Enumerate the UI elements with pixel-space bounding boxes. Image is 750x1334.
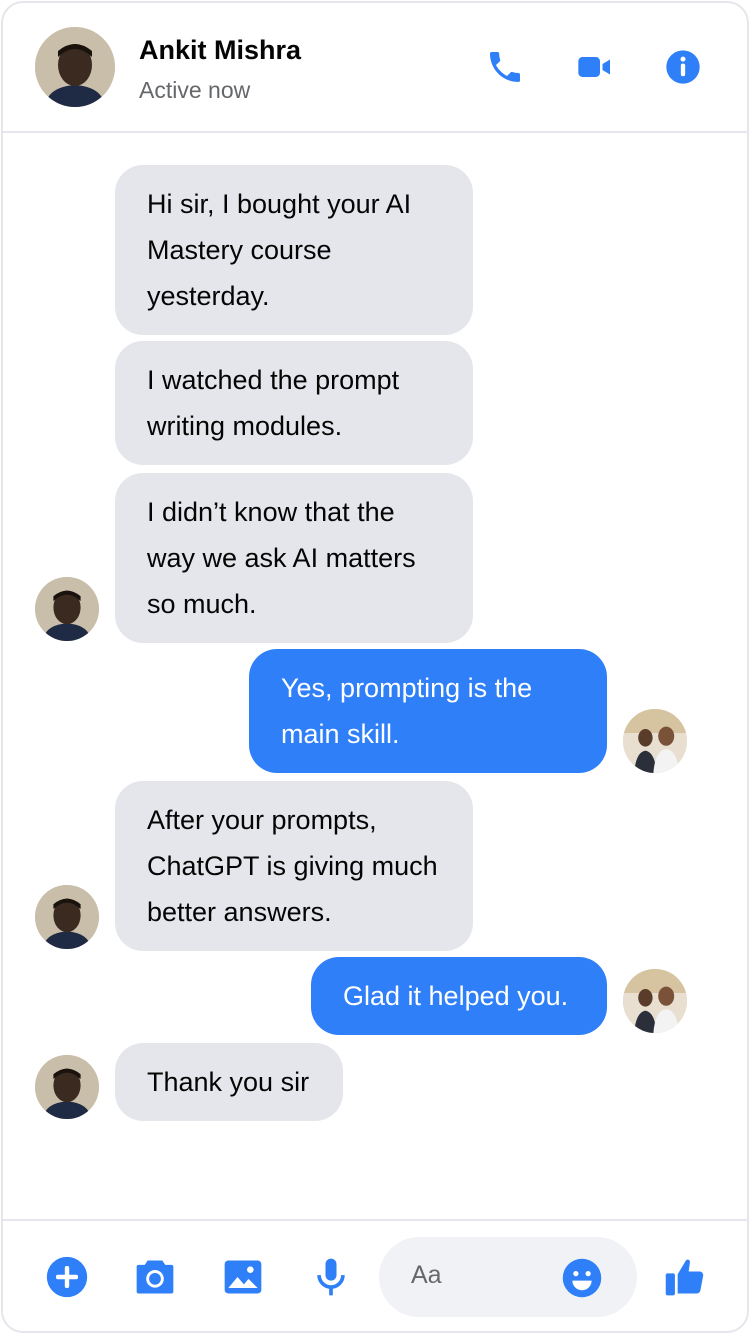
message-input[interactable]: Aa: [379, 1237, 637, 1317]
chat-header: Ankit Mishra Active now: [3, 3, 747, 133]
video-camera-icon[interactable]: [575, 47, 615, 87]
contact-message-avatar: [35, 885, 99, 949]
my-message-avatar: [623, 709, 687, 773]
incoming-message: After your prompts, ChatGPT is giving mu…: [115, 781, 473, 951]
contact-message-avatar: [35, 577, 99, 641]
message-input-placeholder: Aa: [411, 1261, 442, 1289]
phone-icon[interactable]: [485, 47, 525, 87]
incoming-message: I watched the prompt writing modules.: [115, 341, 473, 465]
contact-avatar[interactable]: [35, 27, 115, 107]
contact-message-avatar: [35, 1055, 99, 1119]
emoji-icon[interactable]: [561, 1257, 603, 1299]
chat-window: Ankit Mishra Active now Hi sir, I bought…: [1, 1, 749, 1333]
contact-name: Ankit Mishra: [139, 35, 302, 65]
image-icon[interactable]: [221, 1255, 265, 1299]
outgoing-message: Glad it helped you.: [311, 957, 607, 1035]
incoming-message: I didn’t know that the way we ask AI mat…: [115, 473, 473, 643]
outgoing-message: Yes, prompting is the main skill.: [249, 649, 607, 773]
camera-icon[interactable]: [133, 1255, 177, 1299]
incoming-message: Thank you sir: [115, 1043, 343, 1121]
thumbs-up-icon[interactable]: [663, 1255, 707, 1299]
contact-status: Active now: [139, 77, 251, 103]
my-message-avatar: [623, 969, 687, 1033]
microphone-icon[interactable]: [309, 1255, 353, 1299]
incoming-message: Hi sir, I bought your AI Mastery course …: [115, 165, 473, 335]
info-icon[interactable]: [663, 47, 703, 87]
plus-icon[interactable]: [45, 1255, 89, 1299]
